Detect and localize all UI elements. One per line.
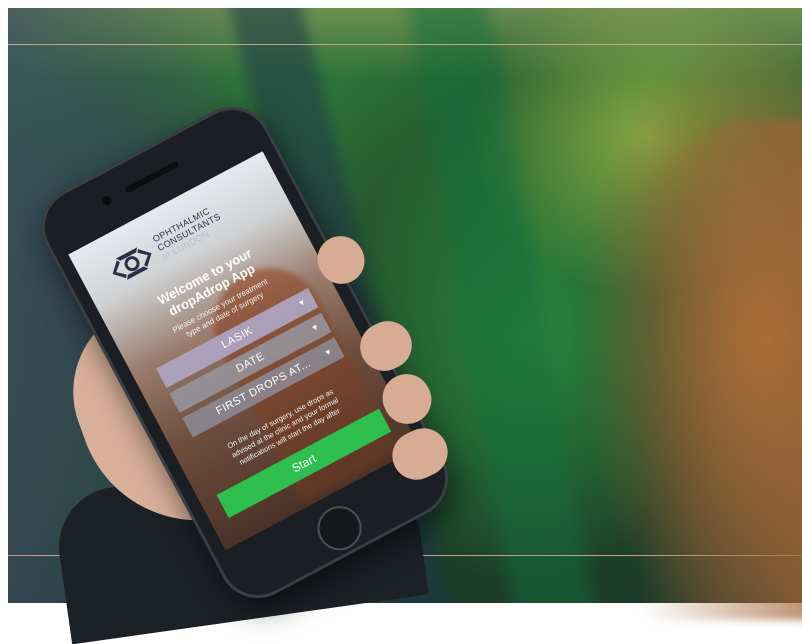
top-divider <box>8 44 802 45</box>
person-hair <box>640 120 802 620</box>
eye-logo-icon <box>112 247 152 280</box>
dropdown-arrow-icon: ▼ <box>296 296 309 309</box>
background-foliage <box>402 8 604 603</box>
brand-name: OPHTHALMIC CONSULTANTS of LONDON <box>151 203 227 262</box>
front-camera <box>100 194 114 207</box>
dropdown-arrow-icon: ▼ <box>322 346 335 359</box>
dropdown-arrow-icon: ▼ <box>309 321 322 334</box>
earpiece-speaker <box>123 160 180 194</box>
